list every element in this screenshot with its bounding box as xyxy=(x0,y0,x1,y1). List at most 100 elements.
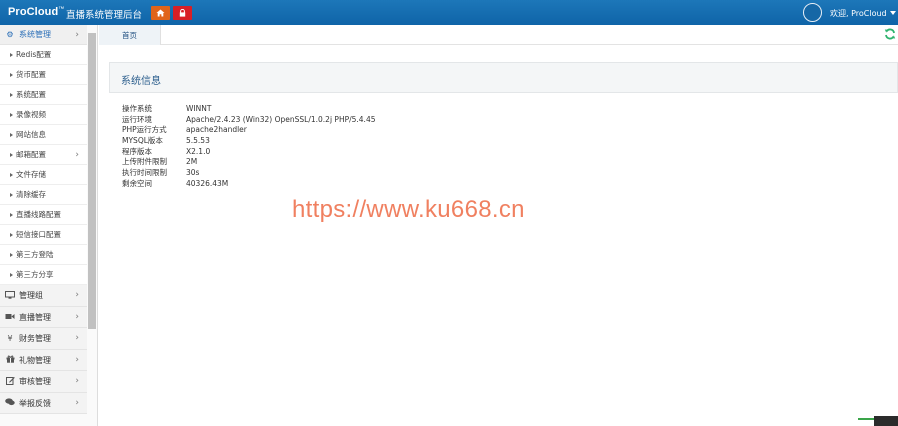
sidebar-group-gifts[interactable]: 礼物管理 › xyxy=(0,350,87,371)
sidebar-item-label: 邮箱配置 xyxy=(16,150,46,159)
sidebar-group-review[interactable]: 审核管理 › xyxy=(0,371,87,393)
sidebar-item-label: 网站信息 xyxy=(16,130,46,139)
caret-right-icon xyxy=(10,152,13,157)
sidebar-item-clear-cache[interactable]: 清除缓存 xyxy=(0,185,87,205)
caret-right-icon xyxy=(10,232,13,237)
status-bar xyxy=(858,418,874,420)
chevron-right-icon: › xyxy=(75,376,79,386)
top-bar: ProCloud™ 直播系统管理后台 欢迎, ProCloud xyxy=(0,0,898,25)
sidebar-scrollbar[interactable] xyxy=(88,33,96,329)
yen-icon: ¥ xyxy=(7,334,13,343)
sidebar-group-system[interactable]: ⚙ 系统管理 › xyxy=(0,25,87,45)
edit-icon xyxy=(4,376,16,387)
info-value: Apache/2.4.23 (Win32) OpenSSL/1.0.2j PHP… xyxy=(186,114,376,124)
chevron-right-icon: › xyxy=(75,398,79,408)
sidebar-item-label: 直播线路配置 xyxy=(16,210,61,219)
info-key: 剩余空间 xyxy=(122,178,152,188)
sidebar-item-label: 文件存储 xyxy=(16,170,46,179)
sidebar-group-label: 直播管理 xyxy=(19,312,51,322)
sidebar-item-third-party-login[interactable]: 第三方登陆 xyxy=(0,245,87,265)
info-row-mysql: MYSQL版本 5.5.53 xyxy=(122,136,376,147)
info-value: apache2handler xyxy=(186,125,247,135)
gears-icon: ⚙ xyxy=(6,30,14,39)
sidebar-item-label: 第三方登陆 xyxy=(16,250,54,259)
chevron-right-icon: › xyxy=(75,312,79,322)
sidebar-submenu: Redis配置 货币配置 系统配置 录像视频 网站信息 邮箱配置 › 文件存储 清… xyxy=(0,45,87,285)
sidebar-item-redis[interactable]: Redis配置 xyxy=(0,45,87,65)
sidebar-item-file-storage[interactable]: 文件存储 xyxy=(0,165,87,185)
caret-right-icon xyxy=(10,272,13,277)
sidebar-group-label: 系统管理 xyxy=(19,30,51,39)
info-row-exec-time: 执行时间限制 30s xyxy=(122,168,376,179)
user-greeting: 欢迎, ProCloud xyxy=(830,9,887,18)
sidebar-item-stream-lines[interactable]: 直播线路配置 xyxy=(0,205,87,225)
sidebar-item-currency[interactable]: 货币配置 xyxy=(0,65,87,85)
app-title: 直播系统管理后台 xyxy=(66,10,143,21)
sidebar-item-label: 系统配置 xyxy=(16,90,46,99)
system-info-list: 操作系统 WINNT 运行环境 Apache/2.4.23 (Win32) Open… xyxy=(122,104,376,190)
caret-right-icon xyxy=(10,72,13,77)
sidebar-item-label: 录像视频 xyxy=(16,110,46,119)
sidebar-item-third-party-share[interactable]: 第三方分享 xyxy=(0,265,87,285)
sidebar-item-mail-config[interactable]: 邮箱配置 › xyxy=(0,145,87,165)
info-value: WINNT xyxy=(186,104,212,113)
chevron-right-icon: › xyxy=(75,333,79,343)
refresh-icon xyxy=(884,28,896,40)
brand-logo: ProCloud™ xyxy=(8,6,64,18)
watermark-text: https://www.ku668.cn xyxy=(292,196,525,223)
info-key: 上传附件限制 xyxy=(122,157,167,167)
tab-bar: 首页 xyxy=(99,25,898,45)
sidebar-group-label: 礼物管理 xyxy=(19,355,51,365)
user-menu[interactable]: 欢迎, ProCloud xyxy=(830,8,896,19)
info-value: 2M xyxy=(186,157,198,167)
info-key: 操作系统 xyxy=(122,104,152,113)
refresh-button[interactable] xyxy=(884,28,896,40)
chevron-right-icon: › xyxy=(75,150,79,160)
sidebar: ⚙ 系统管理 › Redis配置 货币配置 系统配置 录像视频 网站信息 邮箱配… xyxy=(0,25,98,426)
sidebar-item-sms-config[interactable]: 短信接口配置 xyxy=(0,225,87,245)
chevron-right-icon: › xyxy=(75,290,79,300)
sidebar-group-reports[interactable]: 举报反馈 › xyxy=(0,393,87,414)
caret-right-icon xyxy=(10,112,13,117)
brand-name: ProCloud xyxy=(8,6,59,18)
info-key: PHP运行方式 xyxy=(122,125,167,135)
info-row-version: 程序版本 X2.1.0 xyxy=(122,147,376,158)
sidebar-item-label: Redis配置 xyxy=(16,50,52,59)
video-camera-icon xyxy=(4,313,16,322)
caret-right-icon xyxy=(10,212,13,217)
sidebar-group-admins[interactable]: 管理组 › xyxy=(0,285,87,307)
sidebar-item-label: 货币配置 xyxy=(16,70,46,79)
brand-trademark: ™ xyxy=(58,6,65,13)
caret-right-icon xyxy=(10,192,13,197)
caret-right-icon xyxy=(10,52,13,57)
info-row-upload-limit: 上传附件限制 2M xyxy=(122,157,376,168)
sidebar-item-recordings[interactable]: 录像视频 xyxy=(0,105,87,125)
home-icon xyxy=(156,9,165,17)
info-value: 30s xyxy=(186,168,200,178)
info-value: 40326.43M xyxy=(186,178,229,188)
sidebar-group-live[interactable]: 直播管理 › xyxy=(0,307,87,328)
sidebar-group-label: 管理组 xyxy=(19,291,43,300)
sidebar-item-site-info[interactable]: 网站信息 xyxy=(0,125,87,145)
panel-title: 系统信息 xyxy=(121,76,161,87)
caret-down-icon xyxy=(889,11,896,15)
sidebar-group-finance[interactable]: ¥ 财务管理 › xyxy=(0,328,87,350)
status-block xyxy=(874,416,898,426)
caret-right-icon xyxy=(10,172,13,177)
tab-home[interactable]: 首页 xyxy=(99,25,161,45)
avatar[interactable] xyxy=(803,3,822,22)
sidebar-item-label: 第三方分享 xyxy=(16,270,54,279)
info-row-free-space: 剩余空间 40326.43M xyxy=(122,179,376,190)
lock-button[interactable] xyxy=(173,6,192,20)
status-indicator xyxy=(858,415,898,426)
sidebar-item-label: 清除缓存 xyxy=(16,190,46,199)
sidebar-item-system-config[interactable]: 系统配置 xyxy=(0,85,87,105)
system-info-panel-header: 系统信息 xyxy=(109,62,898,93)
info-row-environment: 运行环境 Apache/2.4.23 (Win32) OpenSSL/1.0.2j… xyxy=(122,115,376,126)
info-value: 5.5.53 xyxy=(186,136,210,146)
home-button[interactable] xyxy=(151,6,170,20)
info-row-os: 操作系统 WINNT xyxy=(122,104,376,115)
chevron-right-icon: › xyxy=(75,355,79,365)
info-row-php-mode: PHP运行方式 apache2handler xyxy=(122,125,376,136)
sidebar-group-label: 举报反馈 xyxy=(19,398,51,408)
